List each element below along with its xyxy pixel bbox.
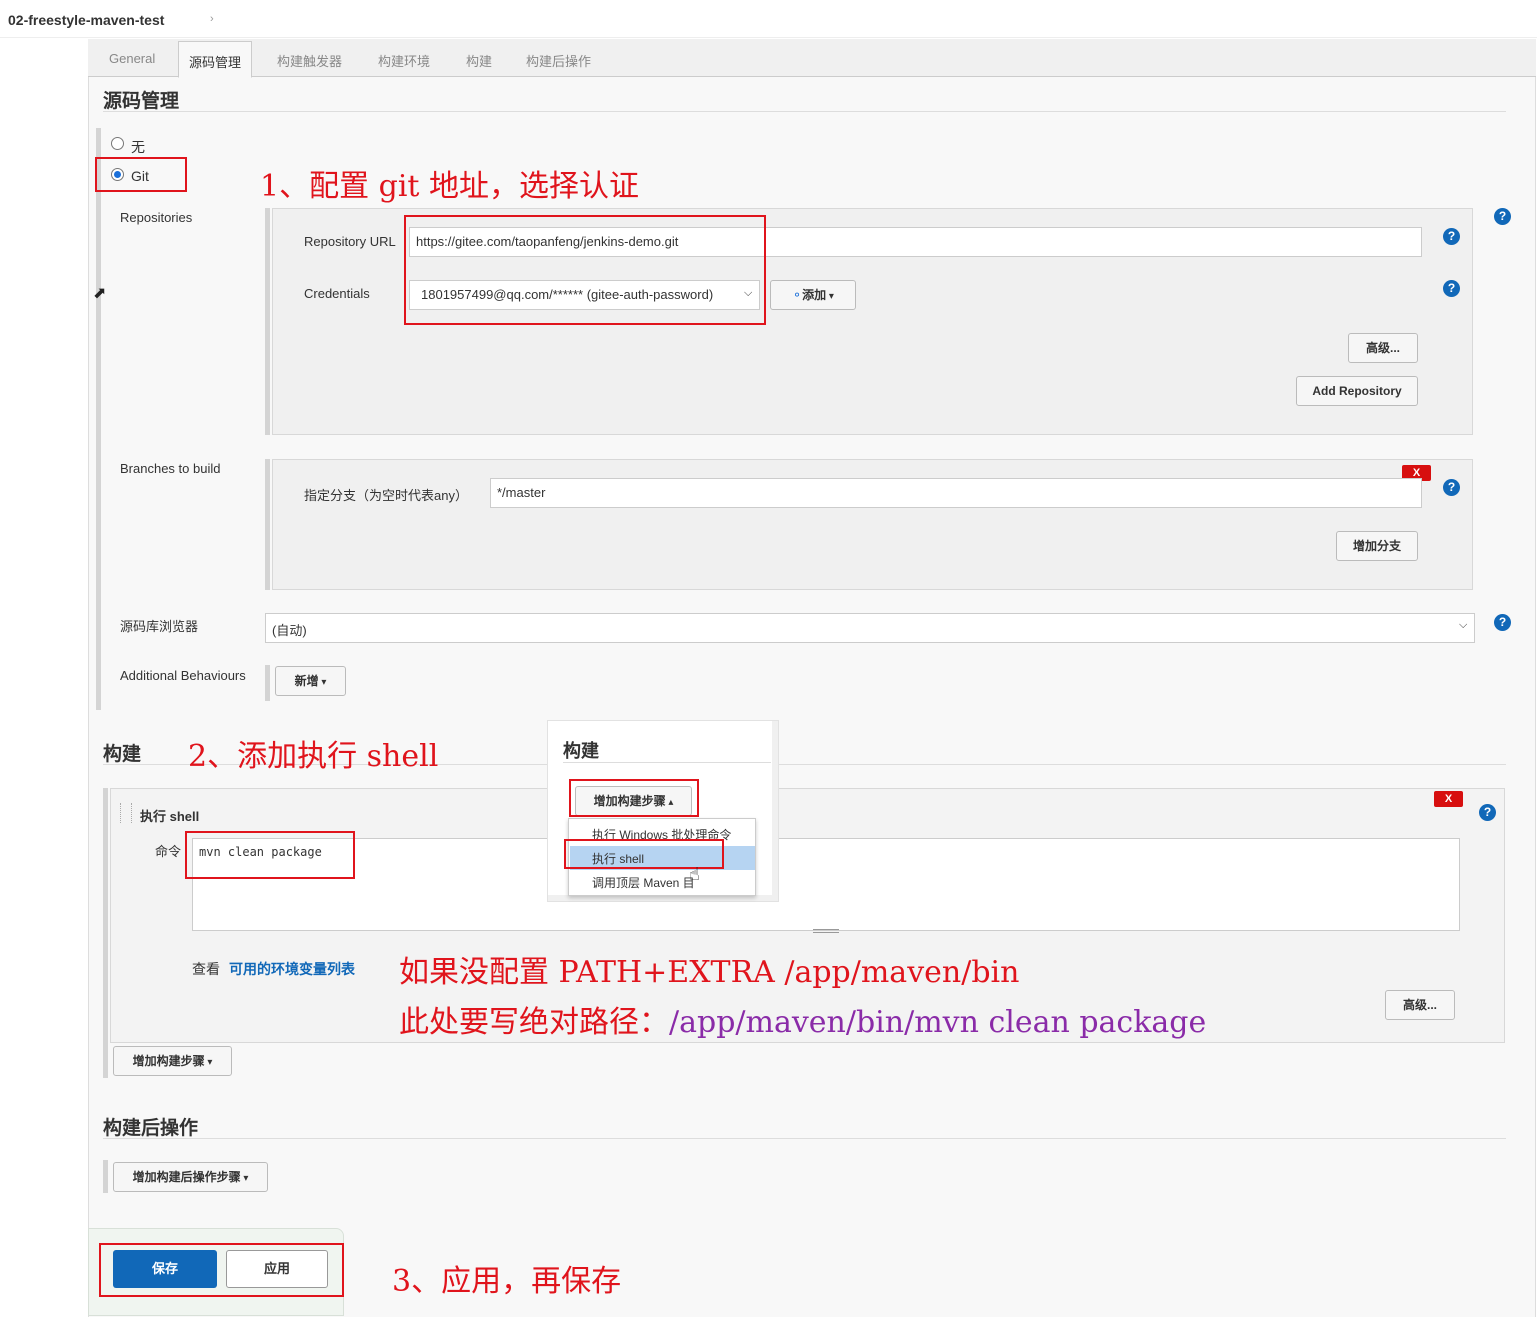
env-vars-link[interactable]: 可用的环境变量列表 [229,959,355,979]
advanced-button[interactable]: 高级... [1348,333,1418,363]
command-label: 命令 [155,844,182,859]
divider [563,762,771,763]
add-branch-button[interactable]: 增加分支 [1336,531,1418,561]
add-repository-button[interactable]: Add Repository [1296,376,1418,406]
add-build-step-button[interactable]: 增加构建步骤 [113,1046,232,1076]
repo-bar [265,208,270,435]
behaviours-label: Additional Behaviours [120,668,246,683]
menu-item-maven[interactable]: 调用顶层 Maven 目 [570,870,755,894]
divider [103,111,1506,112]
breadcrumb: 02-freestyle-maven-test › [0,4,1537,38]
remove-step-button[interactable]: X [1434,791,1463,807]
add-post-build-step-button[interactable]: 增加构建后操作步骤 [113,1162,268,1192]
advanced-build-button[interactable]: 高级... [1385,990,1455,1020]
key-icon: ⚬ [792,288,803,302]
mouse-pointer-icon: ⬈ [93,285,107,302]
branch-specifier-label: 指定分支（为空时代表any） [304,488,468,503]
repositories-label: Repositories [120,210,193,225]
note-path: /app/maven/bin/mvn clean package [669,1005,1207,1040]
annotation-note-line2: 此处要写绝对路径：/app/maven/bin/mvn clean packag… [399,997,1206,1041]
help-icon[interactable]: ? [1443,479,1460,496]
branch-input[interactable]: */master [490,478,1422,508]
scm-section-title: 源码管理 [103,91,180,112]
build-bar [103,788,108,1078]
repo-url-label: Repository URL [304,234,396,249]
env-prefix: 查看 [192,961,220,977]
post-build-bar [103,1160,108,1193]
highlight-command [185,831,355,879]
help-icon[interactable]: ? [1494,208,1511,225]
radio-none-label: 无 [131,139,145,155]
annotation-step2: 2、添加执行 shell [188,739,439,774]
tab-post-build[interactable]: 构建后操作 [526,51,591,70]
tab-bar: General 源码管理 构建触发器 构建环境 构建 构建后操作 [88,39,1536,78]
resize-handle[interactable] [813,929,839,933]
help-icon[interactable]: ? [1443,280,1460,297]
highlight-repo [404,215,766,325]
tab-scm[interactable]: 源码管理 [178,41,253,78]
command-textarea[interactable]: mvn clean package [192,838,1460,931]
shell-step-title: 执行 shell [140,809,200,824]
branch-bar [265,459,270,590]
add-behaviour-button[interactable]: 新增 [275,666,346,696]
behaviour-bar [265,665,270,701]
tab-build[interactable]: 构建 [466,51,492,70]
chevron-down-icon: ⌵ [1459,619,1468,631]
highlight-git [95,157,187,192]
browser-label: 源码库浏览器 [120,619,199,634]
add-credentials-button[interactable]: ⚬添加 [770,280,856,310]
hand-cursor-icon: ☝ [689,864,700,884]
tab-triggers[interactable]: 构建触发器 [277,51,342,70]
highlight-execute-shell [564,839,724,869]
radio-none[interactable] [111,137,124,150]
tab-build-env[interactable]: 构建环境 [378,51,430,70]
annotation-step3: 3、应用，再保存 [392,1264,622,1299]
help-icon[interactable]: ? [1479,804,1496,821]
job-name-link[interactable]: 02-freestyle-maven-test [8,12,164,28]
note-prefix: 此处要写绝对路径： [399,1005,669,1040]
annotation-step1: 1、配置 git 地址，选择认证 [260,169,640,204]
tab-general[interactable]: General [109,51,155,66]
post-build-section-title: 构建后操作 [103,1118,199,1139]
browser-select[interactable]: (自动) [265,613,1475,643]
annotation-note-line1: 如果没配置 PATH+EXTRA /app/maven/bin [399,955,1020,990]
credentials-label: Credentials [304,286,370,301]
help-icon[interactable]: ? [1494,614,1511,631]
highlight-add-step [569,779,699,817]
help-icon[interactable]: ? [1443,228,1460,245]
build-section-title: 构建 [103,744,142,765]
section-bar [96,128,101,710]
chevron-right-icon[interactable]: › [210,13,214,25]
branches-label: Branches to build [120,461,221,476]
divider [103,1138,1506,1139]
popup-title: 构建 [563,741,599,761]
drag-handle-icon[interactable] [120,803,132,823]
highlight-actions [99,1243,344,1297]
